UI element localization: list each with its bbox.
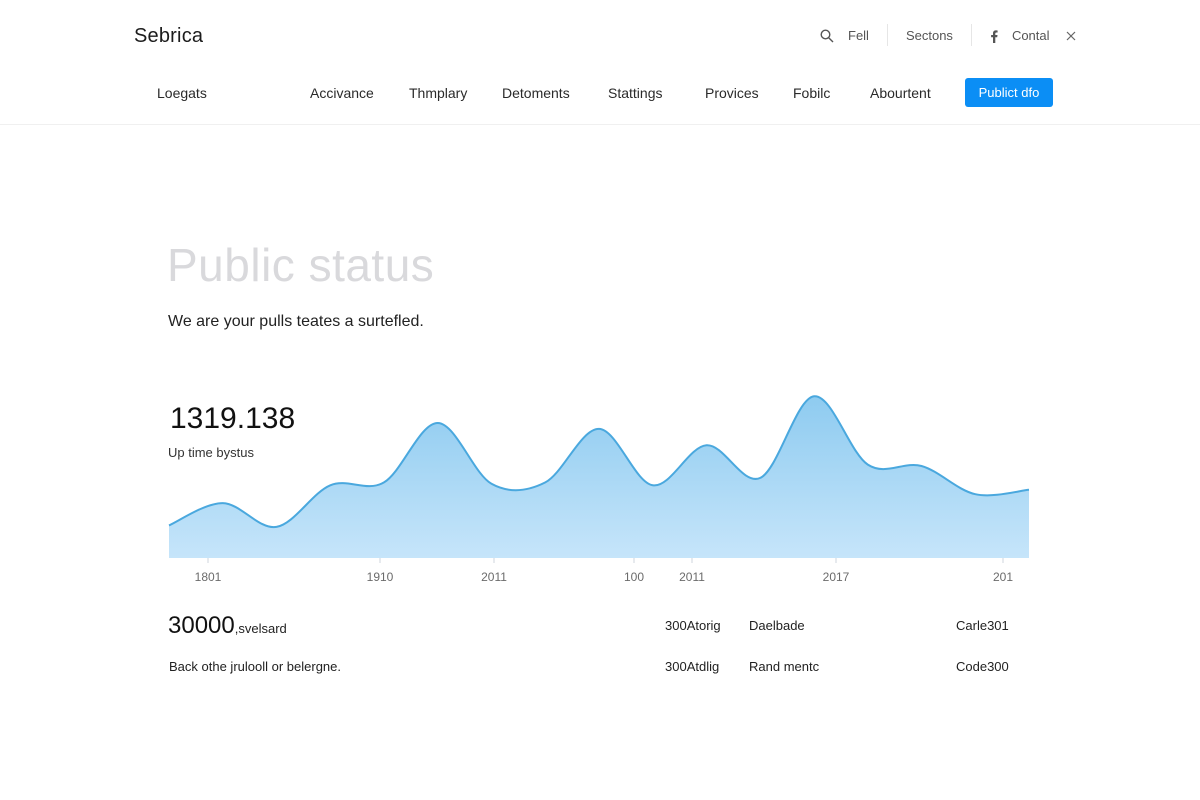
x-tick-label: 2017 <box>823 570 850 584</box>
x-tick-label: 100 <box>624 570 644 584</box>
chart-area-fill <box>169 396 1029 558</box>
x-tick-label: 2011 <box>679 570 705 584</box>
stats-cell: 300Atorig <box>665 618 721 633</box>
stats-description: Back othe jrulooll or belergne. <box>169 659 341 674</box>
stats-big-number: 30000 <box>168 612 235 639</box>
stats-big-suffix: ,svelsard <box>234 621 287 636</box>
stats-primary: 30000,svelsard <box>168 612 287 640</box>
stats-cell: 300Atdlig <box>665 659 720 674</box>
x-tick-label: 1910 <box>367 570 394 584</box>
stats-cell: Rand mentc <box>749 659 820 674</box>
x-tick-label: 2011 <box>481 570 507 584</box>
x-tick-label: 1801 <box>195 570 222 584</box>
uptime-area-chart: 1801 1910 2011 100 2011 2017 201 <box>168 395 1030 584</box>
stats-cell: Carle301 <box>956 618 1009 633</box>
stats-cell: Code300 <box>956 659 1009 674</box>
stats-cell: Daelbade <box>749 618 805 633</box>
x-tick-label: 201 <box>993 570 1013 584</box>
